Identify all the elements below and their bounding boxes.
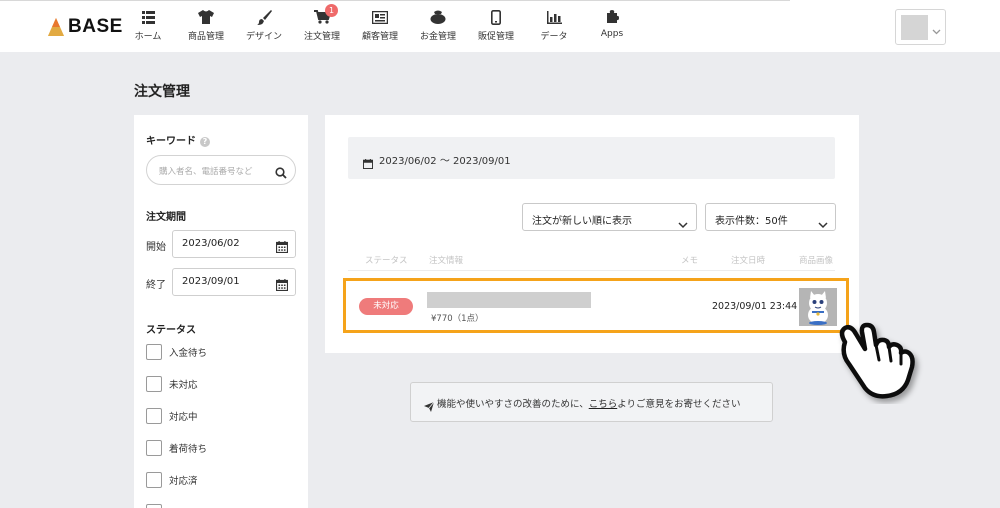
checkbox[interactable] (146, 504, 162, 508)
puzzle-icon (577, 8, 647, 26)
checkbox-label: 着荷待ち (169, 444, 208, 455)
checkbox[interactable] (146, 376, 162, 392)
help-icon[interactable]: ? (200, 137, 210, 147)
account-menu-button[interactable] (895, 9, 946, 45)
end-date-value: 2023/09/01 (182, 276, 240, 287)
start-date-value: 2023/06/02 (182, 238, 240, 249)
feedback-prefix: 機能や使いやすさの改善のために、 (437, 399, 589, 410)
chevron-down-icon (932, 21, 941, 40)
column-header-memo: メモ (681, 256, 699, 266)
calendar-icon[interactable] (275, 276, 289, 295)
status-label: ステータス (146, 325, 196, 336)
status-badge: 未対応 (359, 298, 413, 315)
page-title: 注文管理 (134, 84, 190, 100)
redacted-customer-name (427, 292, 591, 308)
order-row[interactable]: 未対応 ¥770（1点） 2023/09/01 23:44 (343, 278, 849, 333)
keyword-label-text: キーワード (146, 136, 196, 147)
status-checkbox-partial[interactable] (146, 504, 162, 508)
search-icon[interactable] (275, 164, 287, 183)
feedback-banner: 機能や使いやすさの改善のために、こちらよりご意見をお寄せください (410, 382, 773, 422)
status-checkbox-awaiting-arrival[interactable]: 着荷待ち (146, 440, 207, 456)
top-border (0, 0, 790, 1)
calendar-icon (362, 154, 374, 173)
checkbox-label: 対応済 (169, 476, 198, 487)
checkbox[interactable] (146, 472, 162, 488)
order-list-panel: 2023/06/02 〜 2023/09/01 注文が新しい順に表示 表示件数：… (325, 115, 859, 353)
feedback-suffix: よりご意見をお寄せください (617, 399, 741, 410)
chevron-down-icon (678, 214, 688, 233)
sort-order-value: 注文が新しい順に表示 (532, 216, 632, 227)
sort-order-select[interactable]: 注文が新しい順に表示 (522, 203, 697, 231)
page-size-select[interactable]: 表示件数：50件 (705, 203, 836, 231)
base-logo-icon (47, 17, 65, 37)
keyword-placeholder: 購入者名、電話番号など (159, 167, 253, 177)
feedback-link[interactable]: こちら (589, 399, 618, 410)
feedback-text: 機能や使いやすさの改善のために、こちらよりご意見をお寄せください (437, 396, 741, 410)
column-header-order-info: 注文情報 (429, 256, 464, 266)
date-range-text: 2023/06/02 〜 2023/09/01 (379, 156, 511, 167)
shop-avatar (901, 15, 928, 40)
header-divider (348, 270, 835, 271)
order-datetime: 2023/09/01 23:44 (712, 301, 798, 312)
order-count-badge: 1 (325, 4, 338, 17)
keyword-search-input[interactable]: 購入者名、電話番号など (146, 155, 296, 185)
column-header-product-image: 商品画像 (799, 256, 834, 266)
checkbox[interactable] (146, 344, 162, 360)
filter-sidebar: キーワード? 購入者名、電話番号など 注文期間 開始 2023/06/02 終了… (134, 115, 308, 508)
end-date-field[interactable]: 2023/09/01 (172, 268, 296, 296)
date-range-display: 2023/06/02 〜 2023/09/01 (348, 137, 835, 179)
checkbox-label: 入金待ち (169, 348, 208, 359)
paper-plane-icon (424, 397, 435, 416)
start-date-label: 開始 (146, 242, 166, 253)
checkbox-label: 未対応 (169, 380, 198, 391)
status-checkbox-in-progress[interactable]: 対応中 (146, 408, 198, 424)
keyword-label: キーワード? (146, 132, 210, 147)
nav-item-apps[interactable]: Apps (577, 8, 647, 39)
nav-label: Apps (600, 29, 624, 39)
product-thumbnail (799, 288, 837, 326)
checkbox[interactable] (146, 440, 162, 456)
checkbox[interactable] (146, 408, 162, 424)
column-header-status: ステータス (365, 256, 408, 266)
status-checkbox-unhandled[interactable]: 未対応 (146, 376, 198, 392)
calendar-icon[interactable] (275, 238, 289, 257)
page-size-value: 表示件数：50件 (715, 216, 788, 227)
end-date-label: 終了 (146, 280, 166, 291)
order-price: ¥770（1点） (431, 314, 484, 324)
chevron-down-icon (818, 214, 828, 233)
status-checkbox-completed[interactable]: 対応済 (146, 472, 198, 488)
column-header-order-date: 注文日時 (731, 256, 766, 266)
period-label: 注文期間 (146, 212, 186, 223)
base-logo[interactable]: BASE (47, 16, 123, 38)
pointing-hand-cursor-icon (835, 312, 930, 404)
top-navigation-bar: BASE ホーム 商品管理 デザイン 1 注文管理 顧客管理 お金管理 販促管理… (0, 0, 1000, 52)
start-date-field[interactable]: 2023/06/02 (172, 230, 296, 258)
checkbox-label: 対応中 (169, 412, 198, 423)
status-checkbox-awaiting-payment[interactable]: 入金待ち (146, 344, 207, 360)
